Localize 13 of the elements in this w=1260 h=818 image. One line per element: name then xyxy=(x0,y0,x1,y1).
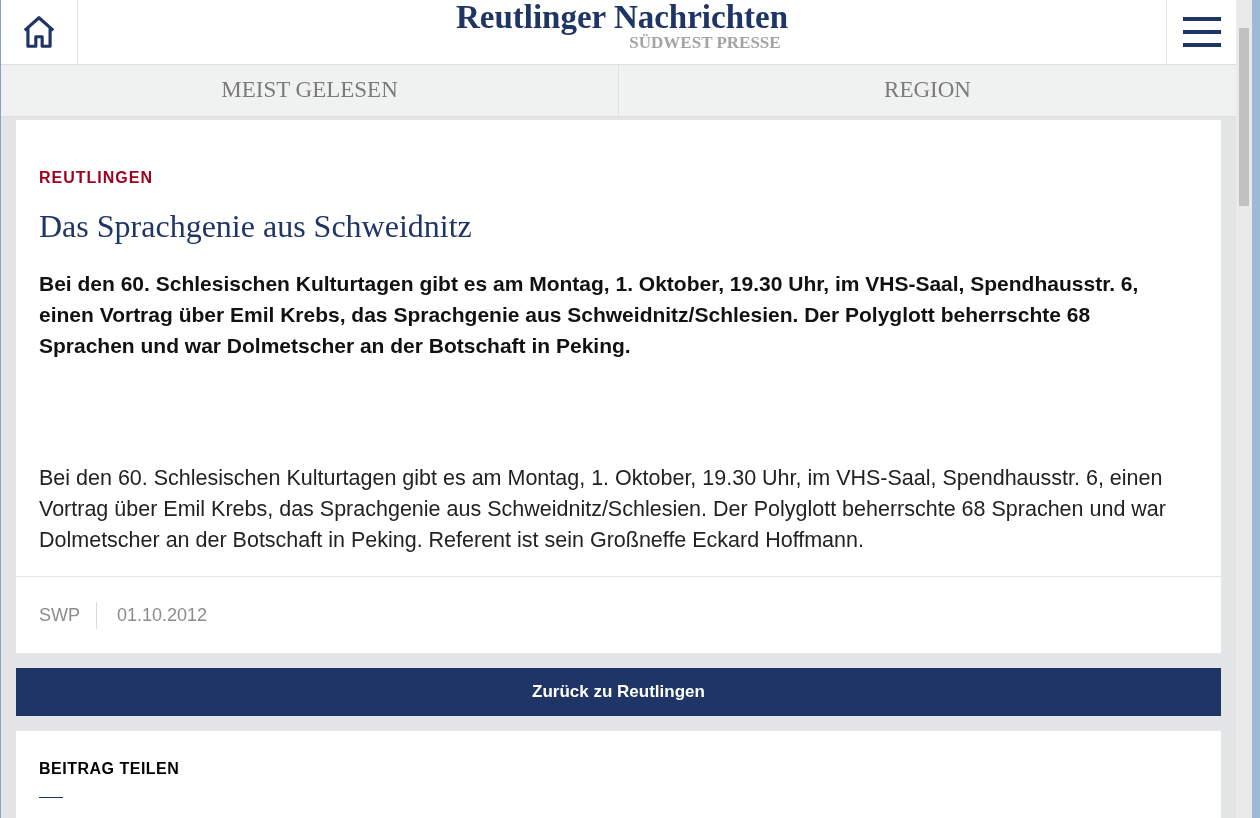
nav-tab[interactable]: MEIST GELESEN xyxy=(1,65,618,116)
back-button[interactable]: Zurück zu Reutlingen xyxy=(16,668,1221,716)
scrollbar-thumb[interactable] xyxy=(1239,28,1249,206)
article-source: SWP xyxy=(39,601,97,629)
site-subtitle: SÜDWEST PRESSE xyxy=(629,34,781,52)
article-date: 01.10.2012 xyxy=(116,603,208,627)
share-heading: BEITRAG TEILEN xyxy=(39,759,181,779)
article-lead: Bei den 60. Schlesischen Kulturtagen gibt es am Montag, 1. Oktober, 19.30 Uhr, im VHS-Saal, Spendhausstr. 6, einen Vortrag über Emil Krebs, das Sprachgenie aus Schweidnitz/Schlesien. Der Polyglott beherrschte 68 Sprachen und war Dolmetscher an der Botschaft in Peking. xyxy=(39,271,1140,359)
article-body: Bei den 60. Schlesischen Kulturtagen gibt es am Montag, 1. Oktober, 19.30 Uhr, im VHS-Saal, Spendhausstr. 6, einen Vortrag über Emil Krebs, das Sprachgenie aus Schweidnitz/Schlesien. Der Polyglott beherrschte 68 Sprachen und war Dolmetscher an der Botschaft in Peking. Referent ist sein Großneffe Eckard Hoffmann. xyxy=(39,465,1167,554)
article-headline: Das Sprachgenie aus Schweidnitz xyxy=(39,207,473,246)
site-title: Reutlinger Nachrichten xyxy=(455,0,789,34)
article-category: REUTLINGEN xyxy=(39,168,154,188)
menu-icon xyxy=(1182,16,1221,48)
